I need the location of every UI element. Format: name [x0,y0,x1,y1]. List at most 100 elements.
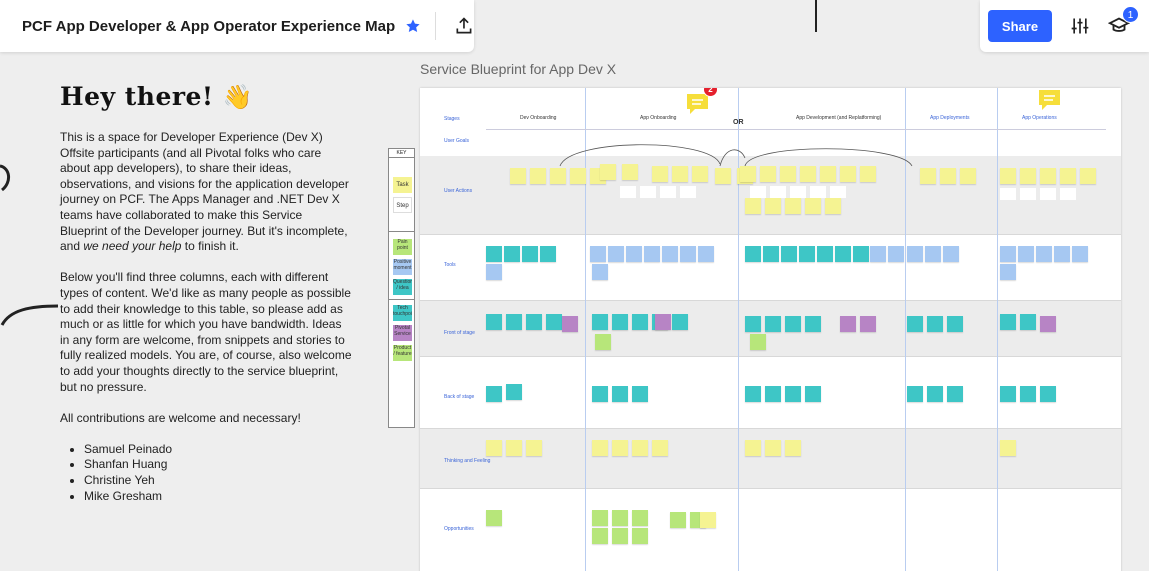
sticky-note[interactable] [592,510,608,526]
sticky-note[interactable] [745,246,761,262]
sticky-note[interactable] [925,246,941,262]
sticky-note[interactable] [780,166,796,182]
notification-badge[interactable]: 1 [1122,6,1139,23]
sticky-note[interactable] [805,386,821,402]
sticky-note[interactable] [504,246,520,262]
sticky-note[interactable] [888,246,904,262]
sticky-note[interactable] [526,314,542,330]
sticky-note[interactable] [1000,314,1016,330]
sticky-note[interactable] [805,198,821,214]
sticky-note[interactable] [590,246,606,262]
sticky-note[interactable] [745,198,761,214]
sticky-note[interactable] [825,198,841,214]
sticky-note[interactable] [927,386,943,402]
sticky-note[interactable] [1060,168,1076,184]
sticky-note[interactable] [1020,188,1036,200]
sticky-note[interactable] [670,512,686,528]
sticky-note[interactable] [1040,316,1056,332]
blueprint-key[interactable]: KEY Task Step Pain point Positive moment… [388,148,415,428]
sticky-note[interactable] [600,164,616,180]
sticky-note[interactable] [655,314,671,330]
sticky-note[interactable] [1020,168,1036,184]
sticky-note[interactable] [550,168,566,184]
sticky-note[interactable] [592,440,608,456]
star-icon[interactable] [405,18,421,34]
sticky-note[interactable] [860,316,876,332]
sticky-note[interactable] [644,246,660,262]
sticky-note[interactable] [840,166,856,182]
sticky-note[interactable] [506,440,522,456]
sticky-note[interactable] [1072,246,1088,262]
sticky-note[interactable] [700,512,716,528]
sticky-note[interactable] [672,166,688,182]
sticky-note[interactable] [860,166,876,182]
sticky-note[interactable] [652,440,668,456]
sticky-note[interactable] [680,246,696,262]
sticky-note[interactable] [799,246,815,262]
sticky-note[interactable] [526,440,542,456]
sticky-note[interactable] [698,246,714,262]
sticky-note[interactable] [1036,246,1052,262]
sticky-note[interactable] [486,386,502,402]
sticky-note[interactable] [715,168,731,184]
sticky-note[interactable] [805,316,821,332]
sticky-note[interactable] [840,316,856,332]
sticky-note[interactable] [820,166,836,182]
sticky-note[interactable] [486,314,502,330]
sticky-note[interactable] [907,246,923,262]
sticky-note[interactable] [486,440,502,456]
sticky-note[interactable] [1018,246,1034,262]
sticky-note[interactable] [622,164,638,180]
sticky-note[interactable] [1080,168,1096,184]
sticky-note[interactable] [592,386,608,402]
sticky-note[interactable] [592,314,608,330]
sticky-note[interactable] [800,166,816,182]
sticky-note[interactable] [1000,246,1016,262]
sticky-note[interactable] [927,316,943,332]
sticky-note[interactable] [790,186,806,198]
sticky-note[interactable] [763,246,779,262]
sticky-note[interactable] [540,246,556,262]
sticky-note[interactable] [570,168,586,184]
sticky-note[interactable] [632,314,648,330]
sticky-note[interactable] [870,246,886,262]
sticky-note[interactable] [940,168,956,184]
sticky-note[interactable] [770,186,786,198]
sticky-note[interactable] [745,386,761,402]
sticky-note[interactable] [486,246,502,262]
sticky-note[interactable] [785,386,801,402]
sticky-note[interactable] [785,440,801,456]
sticky-note[interactable] [785,198,801,214]
sticky-note[interactable] [486,264,502,280]
sticky-note[interactable] [486,510,502,526]
sticky-note[interactable] [632,440,648,456]
sticky-note[interactable] [765,316,781,332]
sticky-note[interactable] [765,386,781,402]
sticky-note[interactable] [1054,246,1070,262]
sticky-note[interactable] [1020,314,1036,330]
sticky-note[interactable] [1040,188,1056,200]
sticky-note[interactable] [626,246,642,262]
sticky-note[interactable] [817,246,833,262]
sticky-note[interactable] [1040,386,1056,402]
sticky-note[interactable] [592,264,608,280]
board-title[interactable]: PCF App Developer & App Operator Experie… [22,18,395,35]
sticky-note[interactable] [660,186,676,198]
sticky-note[interactable] [595,334,611,350]
sticky-note[interactable] [1060,188,1076,200]
sticky-note[interactable] [546,314,562,330]
sticky-note[interactable] [1040,168,1056,184]
sticky-note[interactable] [760,166,776,182]
sticky-note[interactable] [612,440,628,456]
sticky-note[interactable] [612,386,628,402]
share-button[interactable]: Share [988,10,1052,42]
sticky-note[interactable] [947,386,963,402]
sticky-note[interactable] [750,334,766,350]
sticky-note[interactable] [632,510,648,526]
blueprint-frame-title[interactable]: Service Blueprint for App Dev X [420,61,616,77]
service-blueprint-board[interactable]: Dev Onboarding App Onboarding App Develo… [420,88,1121,571]
sticky-note[interactable] [632,386,648,402]
sticky-note[interactable] [510,168,526,184]
sticky-note[interactable] [632,528,648,544]
sticky-note[interactable] [562,316,578,332]
